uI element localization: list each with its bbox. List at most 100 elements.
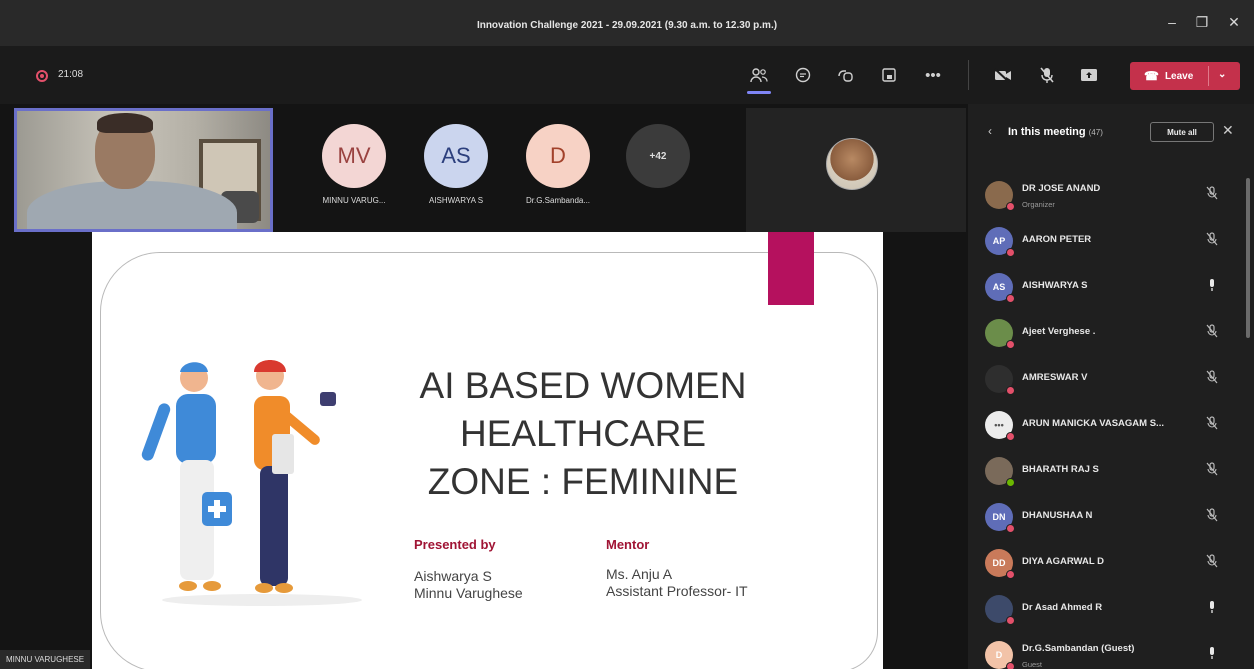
more-actions-button[interactable]: ••• [920,62,946,88]
participant-name: DIYA AGARWAL D [1022,556,1104,567]
participant-role: Guest [1022,660,1043,669]
presence-status-icon [1006,294,1015,303]
leave-separator [1208,66,1209,86]
rooms-button[interactable] [876,62,902,88]
leave-label: Leave [1164,70,1194,82]
chevron-down-icon[interactable]: ⌄ [1218,69,1226,80]
panel-header: ‹ In this meeting (47) Mute all ✕ [968,104,1254,158]
participant-name: BHARATH RAJ S [1022,464,1099,475]
mic-icon[interactable] [1206,646,1218,663]
participant-row[interactable]: DN DHANUSHAA N [968,494,1248,540]
title-bar: Innovation Challenge 2021 - 29.09.2021 (… [0,0,1254,46]
participant-row[interactable]: DD DIYA AGARWAL D [968,540,1248,586]
avatar: ••• [985,411,1015,441]
presence-status-icon [1006,662,1015,669]
maximize-button[interactable]: ❐ [1190,14,1214,31]
participant-name: DR JOSE ANAND [1022,183,1101,194]
participants-button[interactable] [746,62,772,94]
mute-all-button[interactable]: Mute all [1150,122,1214,142]
presenter-name: Aishwarya S [414,568,492,584]
participants-panel: ‹ In this meeting (47) Mute all ✕ DR JOSE… [968,104,1254,669]
avatar: D [526,124,590,188]
participant-name: Ajeet Verghese . [1022,326,1096,337]
more-icon: ••• [925,66,941,84]
avatar: D [985,641,1015,669]
people-icon [750,68,768,83]
participant-tile-name: AISHWARYA S [428,196,484,205]
video-person-hair [97,113,153,133]
participant-row[interactable]: BHARATH RAJ S [968,448,1248,494]
participant-name: Dr.G.Sambandan (Guest) [1022,643,1135,654]
minimize-button[interactable]: – [1160,14,1184,30]
participant-tile-as[interactable]: AS AISHWARYA S [418,124,494,205]
participant-name: Dr Asad Ahmed R [1022,602,1103,613]
participant-row[interactable]: AS AISHWARYA S [968,264,1248,310]
camera-toggle-button[interactable] [990,62,1016,88]
mentor-label: Mentor [606,537,650,552]
mic-icon[interactable] [1206,278,1218,295]
mic-muted-icon[interactable] [1206,508,1218,525]
presence-status-icon [1006,478,1015,487]
avatar: MV [322,124,386,188]
meeting-toolbar: 21:08 ••• ☎ Leave ⌄ [0,46,1254,104]
phone-hangup-icon: ☎ [1144,69,1159,83]
share-button[interactable] [1076,62,1102,88]
reaction-icon [838,70,853,82]
speaker-tile[interactable] [746,108,966,232]
mentor-name: Ms. Anju A [606,566,673,582]
participant-row[interactable]: AMRESWAR V [968,356,1248,402]
avatar: AS [424,124,488,188]
meeting-timer: 21:08 [58,69,84,80]
avatar [985,365,1015,395]
panel-scrollbar[interactable] [1246,178,1250,338]
participant-role: Organizer [1022,200,1055,209]
close-icon[interactable]: ✕ [1222,122,1234,139]
participant-name: AISHWARYA S [1022,280,1088,291]
toolbar-divider [968,60,969,90]
mic-muted-icon[interactable] [1206,554,1218,571]
mic-muted-icon[interactable] [1206,370,1218,387]
participant-name: AMRESWAR V [1022,372,1088,383]
leave-button[interactable]: ☎ Leave ⌄ [1130,62,1240,90]
chevron-left-icon[interactable]: ‹ [988,124,992,138]
mic-muted-icon[interactable] [1206,324,1218,341]
avatar-initials: DN [992,512,1006,522]
panel-title-text: In this meeting [1008,126,1086,138]
presenter-name-badge: MINNU VARUGHESE [0,650,91,669]
speaker-avatar [826,138,878,190]
avatar-initials: AP [992,236,1006,246]
meeting-stage: MV MINNU VARUG... AS AISHWARYA S D Dr.G.… [0,104,968,669]
avatar [985,181,1015,211]
mic-muted-icon[interactable] [1206,416,1218,433]
participant-row[interactable]: D Dr.G.Sambandan (Guest) Guest [968,632,1248,669]
participant-row[interactable]: ••• ARUN MANICKA VASAGAM S... [968,402,1248,448]
presence-status-icon [1006,432,1015,441]
participant-row[interactable]: AP AARON PETER [968,218,1248,264]
share-icon [1081,69,1097,81]
participant-count: (47) [1088,128,1103,137]
participant-name: ARUN MANICKA VASAGAM S... [1022,418,1164,429]
participant-row[interactable]: Dr Asad Ahmed R [968,586,1248,632]
avatar: DN [985,503,1015,533]
self-video-tile[interactable] [14,108,273,232]
mic-toggle-button[interactable] [1034,62,1060,88]
avatar: DD [985,549,1015,579]
participant-tile-mv[interactable]: MV MINNU VARUG... [316,124,392,205]
participant-row[interactable]: Ajeet Verghese . [968,310,1248,356]
mic-icon[interactable] [1206,600,1218,617]
chat-button[interactable] [790,62,816,88]
avatar [985,319,1015,349]
participant-row[interactable]: DR JOSE ANAND Organizer [968,172,1248,218]
more-participants-button[interactable]: +42 [626,124,690,188]
mic-muted-icon[interactable] [1206,232,1218,249]
avatar-initials: D [995,650,1003,660]
participant-name: DHANUSHAA N [1022,510,1093,521]
mic-muted-icon[interactable] [1206,462,1218,479]
participant-tile-d[interactable]: D Dr.G.Sambanda... [520,124,596,205]
avatar: AP [985,227,1015,257]
close-window-button[interactable]: ✕ [1222,14,1246,31]
reactions-button[interactable] [832,62,858,88]
slide-title-line: HEALTHCARE [459,413,707,454]
mic-muted-icon[interactable] [1206,186,1218,203]
presence-status-icon [1006,616,1015,625]
